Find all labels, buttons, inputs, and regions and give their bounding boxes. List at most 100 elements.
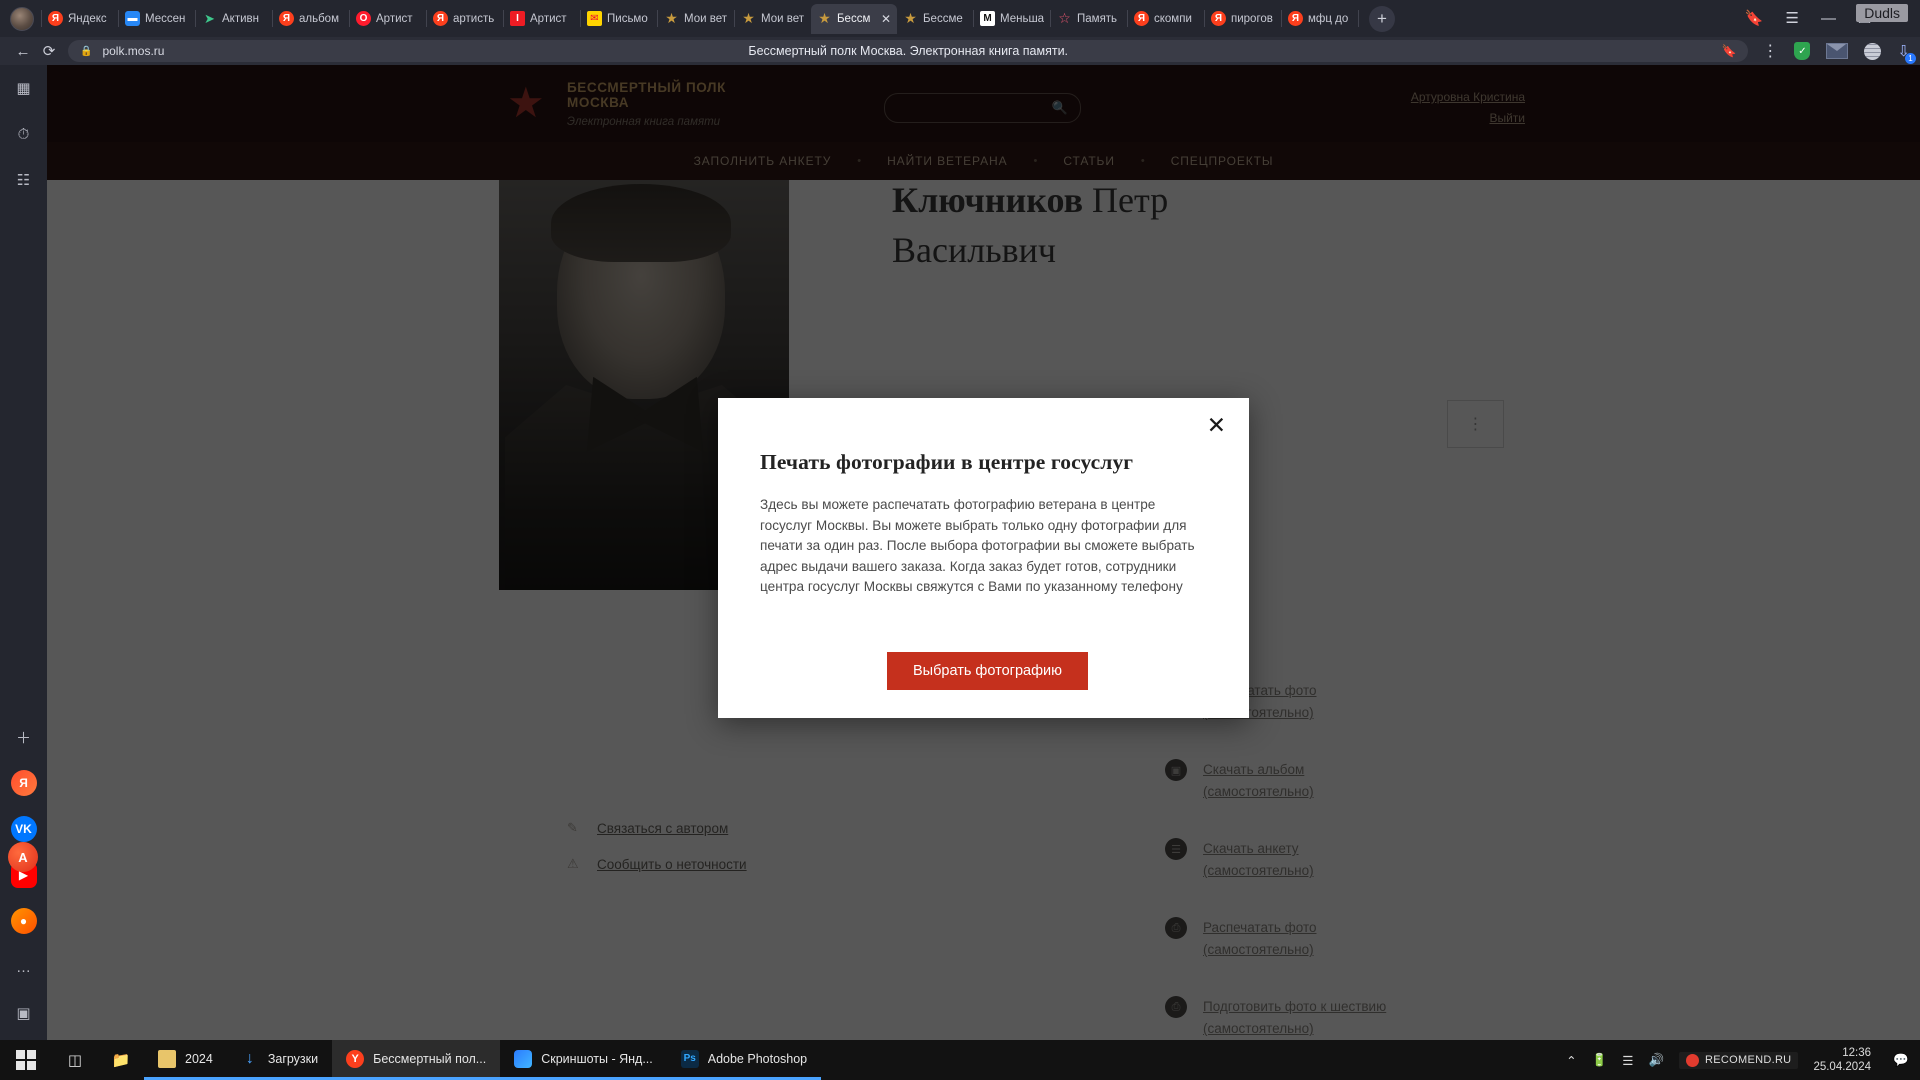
tab-label: артисть bbox=[453, 12, 495, 25]
download-icon[interactable]: ⇩ 1 bbox=[1897, 42, 1916, 64]
explorer-icon[interactable]: 📁 bbox=[98, 1040, 144, 1080]
browser-tab[interactable]: ★ Мои вет bbox=[658, 4, 734, 34]
clock[interactable]: 12:36 25.04.2024 bbox=[1813, 1046, 1877, 1074]
profile-avatar[interactable] bbox=[10, 6, 34, 31]
windows-icon bbox=[16, 1050, 36, 1070]
browser-tab[interactable]: O Артист bbox=[350, 4, 426, 34]
start-button[interactable] bbox=[0, 1040, 52, 1080]
clock-time: 12:36 bbox=[1842, 1047, 1871, 1059]
tab-divider bbox=[1358, 10, 1359, 27]
clock-icon[interactable]: ⏱ bbox=[11, 121, 37, 147]
yandex-icon: Я bbox=[433, 11, 448, 26]
star-icon: ★ bbox=[904, 10, 917, 26]
select-photo-button[interactable]: Выбрать фотографию bbox=[887, 652, 1088, 690]
hamburger-menu-icon[interactable]: ☰ bbox=[1786, 11, 1799, 26]
browser-tab-active[interactable]: ★ Бессм ✕ bbox=[811, 3, 897, 34]
browser-tab[interactable]: M Меньша bbox=[974, 4, 1050, 34]
browser-tab[interactable]: Яскомпи bbox=[1128, 4, 1204, 34]
mm-icon: M bbox=[980, 11, 995, 26]
tab-label: Бессм bbox=[837, 12, 871, 25]
vk-icon[interactable]: VK bbox=[10, 816, 37, 842]
adblock-shield-icon[interactable]: ✓ bbox=[1794, 42, 1811, 60]
globe-icon[interactable] bbox=[1864, 42, 1882, 60]
yandex-disk-icon[interactable]: Я bbox=[10, 770, 37, 796]
browser-tab[interactable]: Я Яндекс bbox=[42, 4, 118, 34]
minimize-button[interactable]: — bbox=[1821, 11, 1836, 26]
tab-label: Мессен bbox=[145, 12, 186, 25]
yandex-disk-icon bbox=[514, 1049, 533, 1068]
browser-tab[interactable]: Ямфц до bbox=[1282, 4, 1358, 34]
browser-tab[interactable]: Яальбом bbox=[273, 4, 349, 34]
mail-icon[interactable] bbox=[1826, 43, 1849, 59]
taskbar-item-photoshop[interactable]: Ps Adobe Photoshop bbox=[666, 1040, 822, 1080]
menu-dots-icon[interactable]: ⋮ bbox=[1762, 41, 1778, 61]
browser-tab[interactable]: ✉ Письмо bbox=[581, 4, 657, 34]
browser-tab[interactable]: Яартисть bbox=[427, 4, 503, 34]
tab-label: Артист bbox=[530, 12, 567, 25]
tab-label: скомпи bbox=[1154, 12, 1192, 25]
clock-date: 25.04.2024 bbox=[1813, 1061, 1871, 1073]
task-view-icon[interactable]: ◫ bbox=[52, 1040, 98, 1080]
close-icon[interactable]: ✕ bbox=[878, 12, 891, 26]
recorder-indicator[interactable]: RECOMEND.RU bbox=[1679, 1051, 1799, 1069]
star-outline-icon: ☆ bbox=[1058, 10, 1071, 26]
star-icon: ★ bbox=[665, 10, 678, 26]
notification-icon[interactable]: 💬 bbox=[1892, 1053, 1910, 1068]
bookmark-star-icon[interactable]: 🔖 bbox=[1721, 44, 1736, 58]
taskbar-item-label: Adobe Photoshop bbox=[707, 1051, 808, 1066]
modal-title: Печать фотографии в центре госуслуг bbox=[760, 450, 1134, 474]
browser-tab[interactable]: I Артист bbox=[504, 4, 580, 34]
tab-label: альбом bbox=[299, 12, 339, 25]
tab-label: мфц до bbox=[1308, 12, 1349, 25]
toolbar-icons: ⋮ ✓ ⇩ 1 bbox=[1748, 41, 1916, 64]
taskbar-item-downloads[interactable]: ↓ Загрузки bbox=[226, 1040, 333, 1080]
taskbar-item-label: 2024 bbox=[185, 1051, 213, 1066]
battery-icon[interactable]: 🔋 bbox=[1592, 1053, 1608, 1068]
address-bar: ← ⟳ 🔒 polk.mos.ru Бессмертный полк Москв… bbox=[0, 37, 1920, 65]
browser-tab[interactable]: Япирогов bbox=[1205, 4, 1281, 34]
browser-tab[interactable]: ★ Мои вет bbox=[735, 4, 811, 34]
tab-label: пирогов bbox=[1231, 12, 1273, 25]
firefox-icon[interactable]: ● bbox=[10, 908, 37, 934]
ime-indicator[interactable]: А bbox=[8, 842, 38, 872]
yandex-icon: Я bbox=[1211, 11, 1226, 26]
vc-icon: I bbox=[510, 11, 525, 26]
taskbar: ◫ 📁 2024 ↓ Загрузки Y Бессмертный пол...… bbox=[0, 1040, 1920, 1080]
telegram-icon: ➤ bbox=[204, 10, 215, 26]
opera-icon: O bbox=[356, 11, 371, 26]
network-icon[interactable]: ☰ bbox=[1622, 1053, 1633, 1068]
volume-icon[interactable]: 🔊 bbox=[1648, 1053, 1664, 1068]
new-tab-button[interactable]: + bbox=[1369, 5, 1395, 32]
page-title: Бессмертный полк Москва. Электронная кни… bbox=[748, 44, 1069, 58]
back-button[interactable]: ← bbox=[10, 38, 36, 64]
modal-body: Здесь вы можете распечатать фотографию в… bbox=[760, 497, 1195, 595]
apps-icon[interactable]: ☷ bbox=[11, 167, 37, 193]
tab-label: Мои вет bbox=[684, 12, 727, 25]
taskbar-item-browser[interactable]: Y Бессмертный пол... bbox=[332, 1040, 501, 1080]
taskbar-item-label: Скриншоты - Янд... bbox=[541, 1051, 653, 1066]
reload-button[interactable]: ⟳ bbox=[36, 38, 62, 64]
mail-icon: ✉ bbox=[587, 11, 602, 26]
browser-icon[interactable]: ▣ bbox=[11, 1000, 37, 1026]
browser-tab[interactable]: ▬ Мессен bbox=[119, 4, 195, 34]
url-box[interactable]: 🔒 polk.mos.ru Бессмертный полк Москва. Э… bbox=[68, 40, 1749, 62]
wallet-icon[interactable]: ▦ bbox=[11, 75, 37, 101]
plus-icon[interactable]: ＋ bbox=[11, 724, 37, 750]
lock-icon: 🔒 bbox=[80, 45, 93, 57]
taskbar-item-2024[interactable]: 2024 bbox=[144, 1040, 227, 1080]
taskbar-item-label: Бессмертный пол... bbox=[373, 1051, 487, 1066]
bookmark-icon[interactable]: 🔖 bbox=[1745, 11, 1764, 26]
tab-strip: Я Яндекс ▬ Мессен ➤ Активн Яальбом O Артист … bbox=[0, 0, 1920, 37]
photoshop-icon: Ps bbox=[680, 1049, 699, 1068]
browser-tab[interactable]: ☆ Память bbox=[1051, 4, 1127, 34]
close-icon[interactable]: ✕ bbox=[1207, 414, 1226, 437]
taskbar-item-screenshots[interactable]: Скриншоты - Янд... bbox=[500, 1040, 667, 1080]
tab-label: Письмо bbox=[607, 12, 648, 25]
browser-tab[interactable]: ★ Бессме bbox=[897, 4, 973, 34]
url-text: polk.mos.ru bbox=[102, 44, 165, 58]
download-icon: ↓ bbox=[245, 1049, 254, 1067]
tab-label: Артист bbox=[376, 12, 413, 25]
more-icon[interactable]: … bbox=[11, 954, 37, 980]
chevron-up-icon[interactable]: ⌃ bbox=[1566, 1053, 1576, 1068]
browser-tab[interactable]: ➤ Активн bbox=[196, 4, 272, 34]
